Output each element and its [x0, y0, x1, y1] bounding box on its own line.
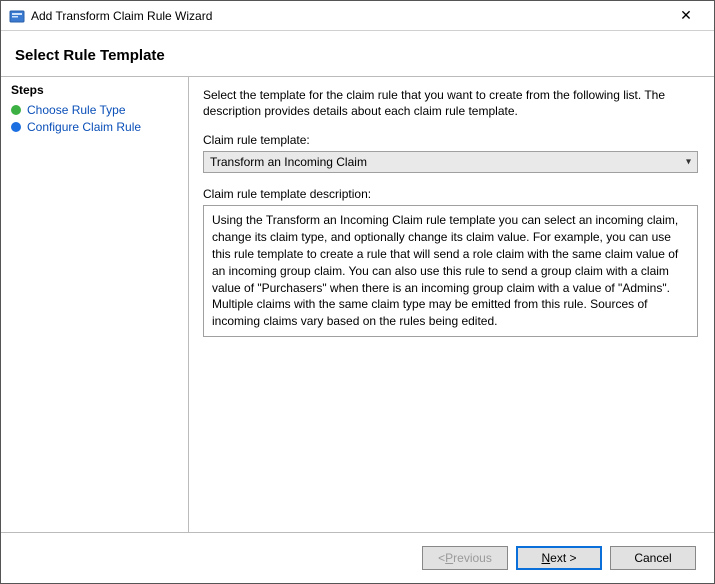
- step-label: Configure Claim Rule: [27, 120, 141, 134]
- footer: < Previous Next > Cancel: [1, 533, 714, 583]
- content: Steps Choose Rule Type Configure Claim R…: [1, 76, 714, 533]
- app-icon: [9, 8, 25, 24]
- cancel-button[interactable]: Cancel: [610, 546, 696, 570]
- steps-heading: Steps: [11, 83, 178, 97]
- step-choose-rule-type[interactable]: Choose Rule Type: [11, 103, 178, 117]
- main-panel: Select the template for the claim rule t…: [189, 77, 714, 532]
- intro-text: Select the template for the claim rule t…: [203, 87, 698, 119]
- previous-prefix: <: [438, 551, 445, 565]
- window-title: Add Transform Claim Rule Wizard: [31, 9, 666, 23]
- step-configure-claim-rule[interactable]: Configure Claim Rule: [11, 120, 178, 134]
- template-selected-value: Transform an Incoming Claim: [210, 155, 367, 169]
- description-box: Using the Transform an Incoming Claim ru…: [203, 205, 698, 337]
- description-label: Claim rule template description:: [203, 187, 698, 201]
- step-label: Choose Rule Type: [27, 103, 126, 117]
- step-current-icon: [11, 122, 21, 132]
- template-select[interactable]: Transform an Incoming Claim ▾: [203, 151, 698, 173]
- close-button[interactable]: ✕: [666, 7, 706, 24]
- chevron-down-icon: ▾: [686, 157, 691, 168]
- previous-mnemonic: P: [445, 551, 453, 565]
- next-button[interactable]: Next >: [516, 546, 602, 570]
- previous-button: < Previous: [422, 546, 508, 570]
- template-label: Claim rule template:: [203, 133, 698, 147]
- steps-sidebar: Steps Choose Rule Type Configure Claim R…: [1, 77, 189, 532]
- description-text: Using the Transform an Incoming Claim ru…: [212, 213, 678, 328]
- next-mnemonic: N: [541, 551, 550, 565]
- page-title: Select Rule Template: [15, 47, 700, 64]
- next-rest: ext >: [550, 551, 576, 565]
- titlebar: Add Transform Claim Rule Wizard ✕: [1, 1, 714, 31]
- header: Select Rule Template: [1, 31, 714, 76]
- previous-rest: revious: [453, 551, 492, 565]
- step-complete-icon: [11, 105, 21, 115]
